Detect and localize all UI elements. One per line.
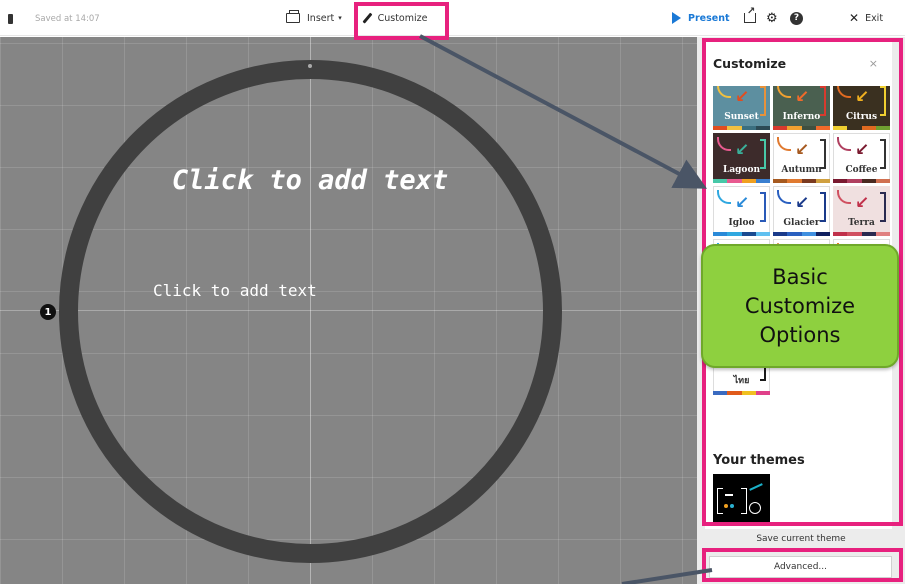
- close-icon: ✕: [849, 11, 860, 25]
- help-button[interactable]: ?: [790, 0, 803, 36]
- insert-button[interactable]: Insert ▾: [286, 0, 342, 36]
- slide-canvas[interactable]: 1 Click to add text Click to add text: [0, 37, 697, 584]
- present-button[interactable]: Present: [672, 0, 730, 36]
- share-icon: [744, 6, 756, 23]
- callout-basic-options: Basic Customize Options: [701, 244, 899, 368]
- gear-icon: ⚙: [766, 10, 778, 26]
- saved-status-text: Saved at 14:07: [35, 14, 100, 24]
- insert-icon: [286, 10, 300, 23]
- slide-number-marker[interactable]: 1: [40, 304, 56, 320]
- menu-icon[interactable]: [8, 14, 13, 24]
- highlight-customize: [354, 2, 449, 40]
- share-button[interactable]: [744, 0, 756, 36]
- chevron-down-icon: ▾: [338, 14, 342, 22]
- insert-label: Insert: [307, 12, 335, 24]
- callout-line: Options: [759, 322, 841, 347]
- top-toolbar: Saved at 14:07 Insert ▾ Customize Presen…: [0, 0, 905, 36]
- exit-label: Exit: [865, 12, 884, 24]
- text-placeholder[interactable]: Click to add text: [153, 281, 317, 300]
- help-icon: ?: [790, 11, 803, 25]
- present-label: Present: [688, 12, 730, 24]
- save-theme-button[interactable]: Save current theme: [707, 531, 895, 547]
- title-placeholder[interactable]: Click to add text: [170, 164, 450, 198]
- settings-button[interactable]: ⚙: [766, 0, 778, 36]
- callout-line: Basic: [772, 264, 828, 289]
- save-status: Saved at 14:07: [0, 12, 100, 26]
- play-icon: [672, 12, 681, 24]
- rotate-handle[interactable]: [308, 64, 312, 68]
- callout-line: Customize: [744, 293, 856, 318]
- highlight-advanced: [702, 548, 903, 582]
- exit-button[interactable]: ✕ Exit: [849, 0, 883, 36]
- circle-frame[interactable]: [59, 60, 562, 563]
